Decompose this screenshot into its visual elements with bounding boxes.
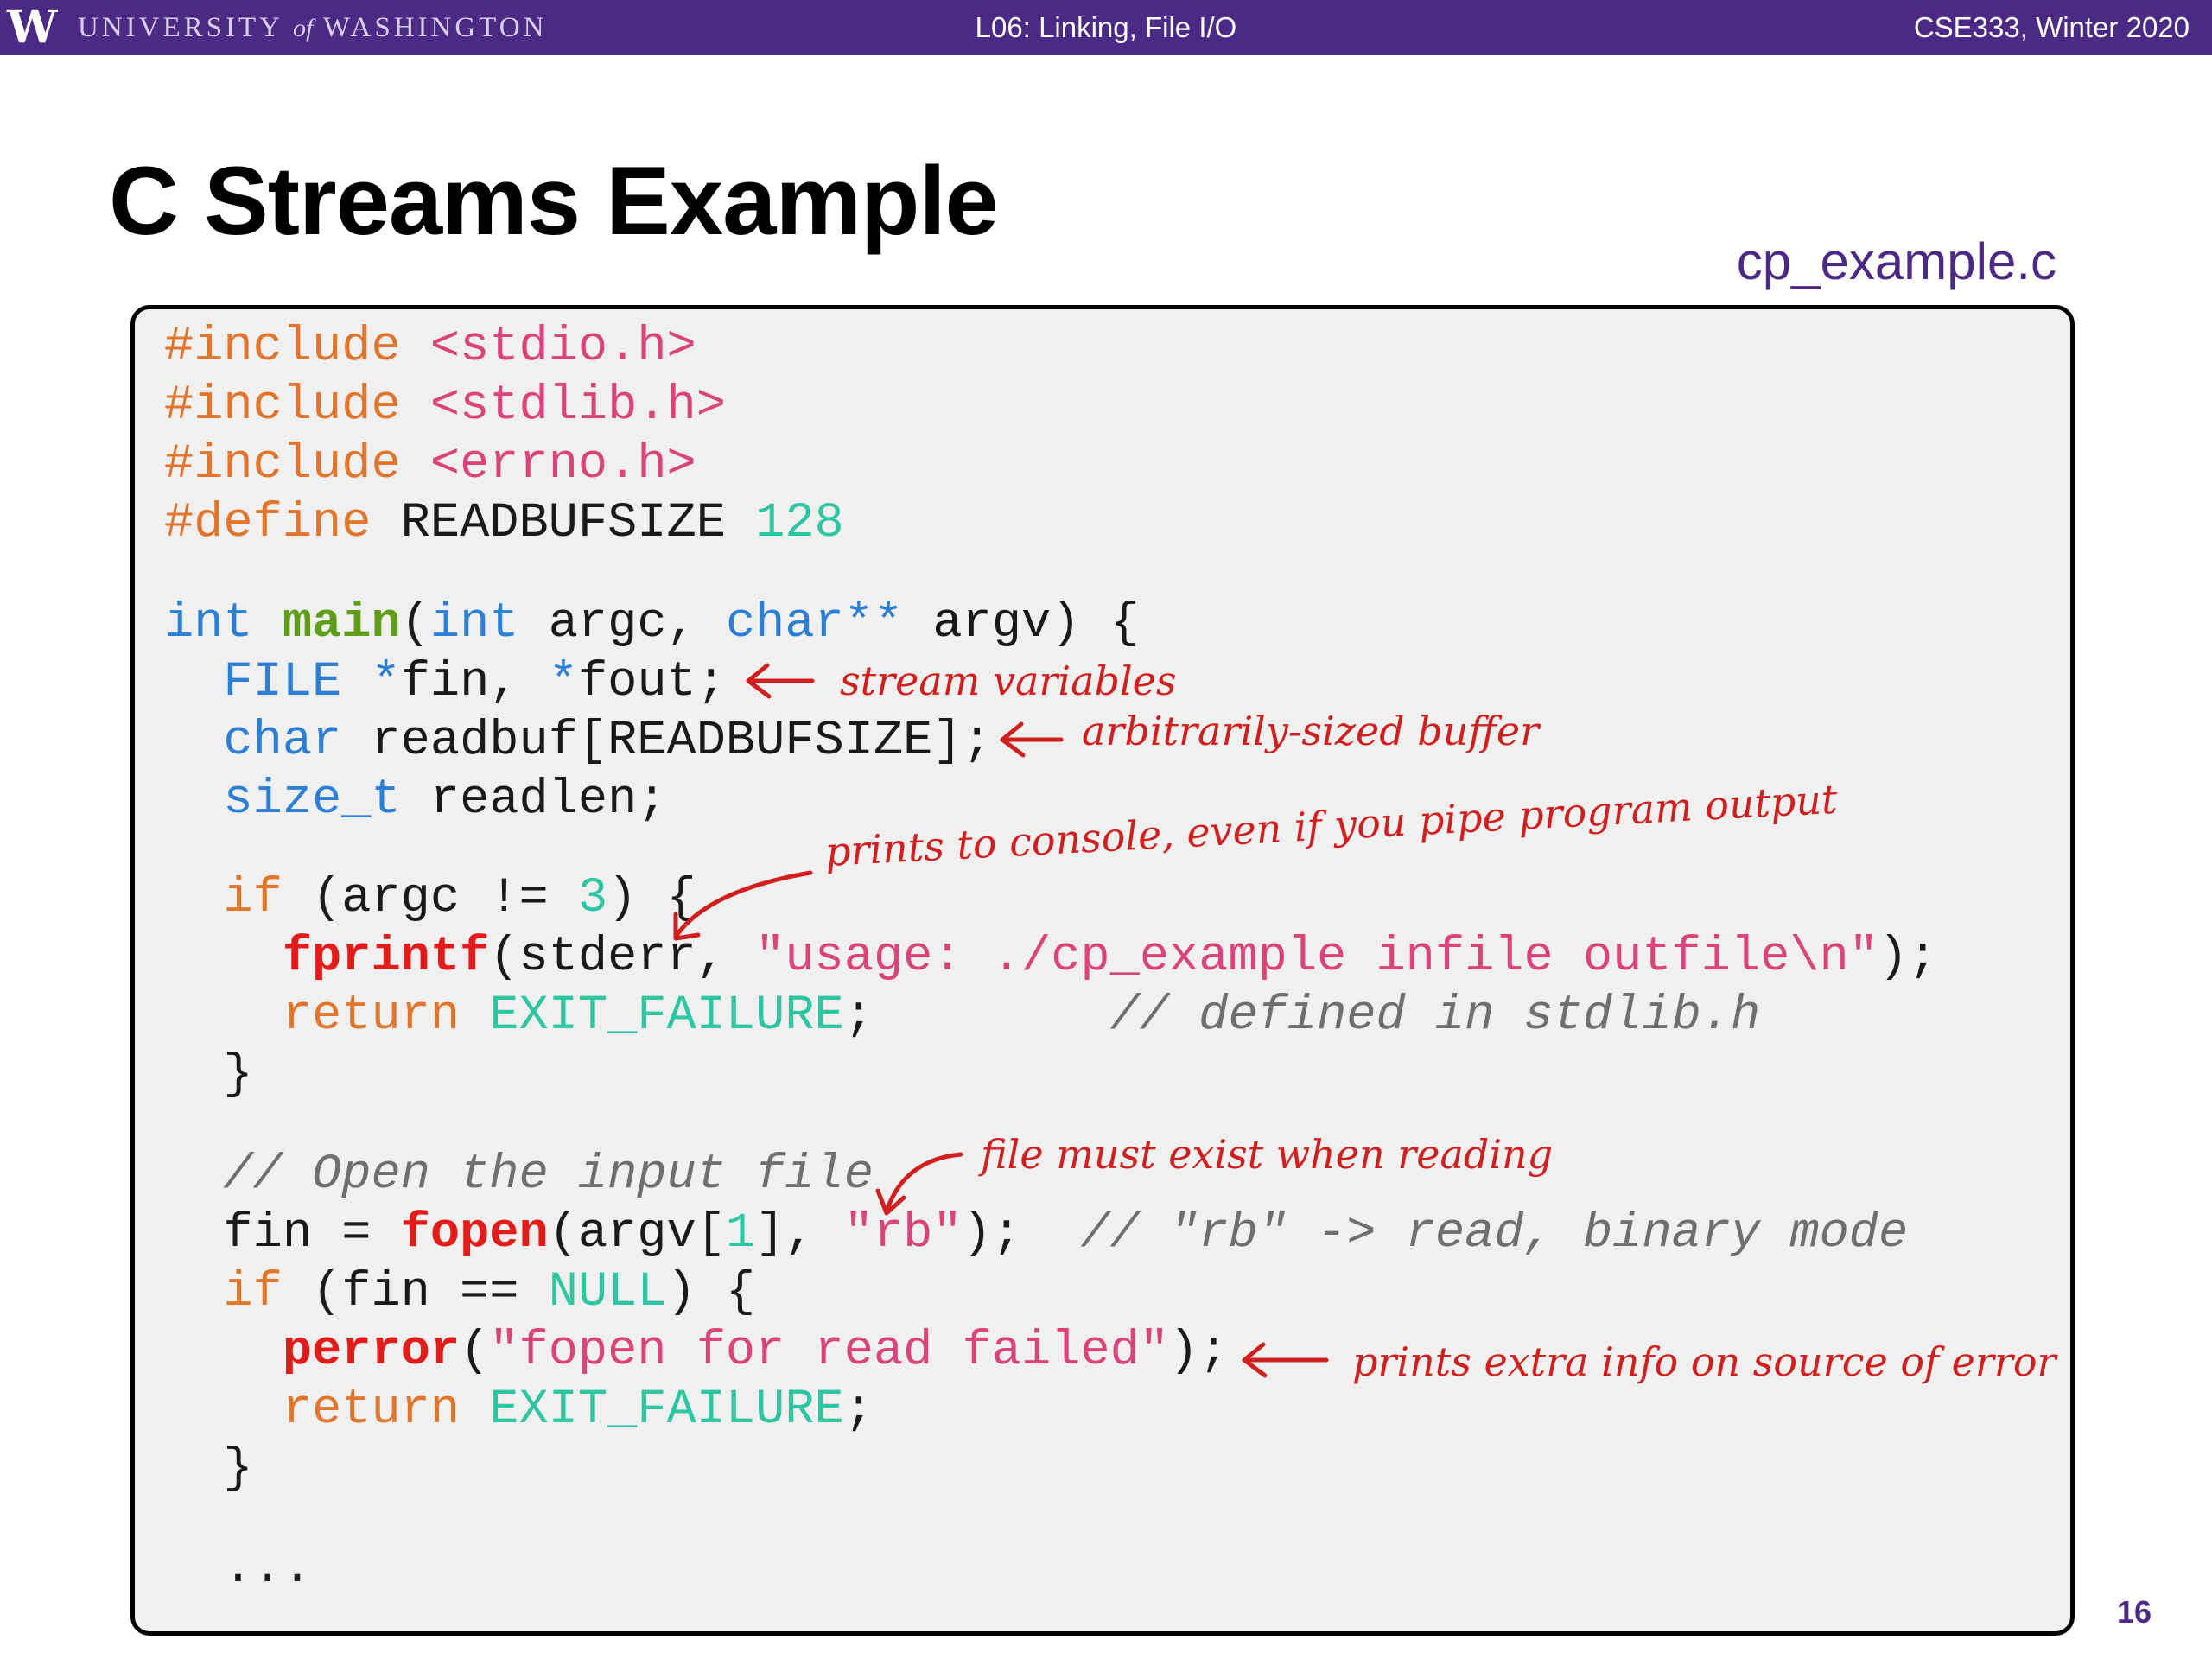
arrow-buffer xyxy=(1000,721,1064,758)
page-number: 16 xyxy=(2117,1594,2152,1630)
annotation-arrows xyxy=(673,663,1329,1378)
arrow-stream-variables xyxy=(746,663,815,699)
arrow-perror-info xyxy=(1242,1342,1329,1378)
arrow-console xyxy=(673,870,813,941)
arrow-file-exist xyxy=(875,1152,963,1216)
